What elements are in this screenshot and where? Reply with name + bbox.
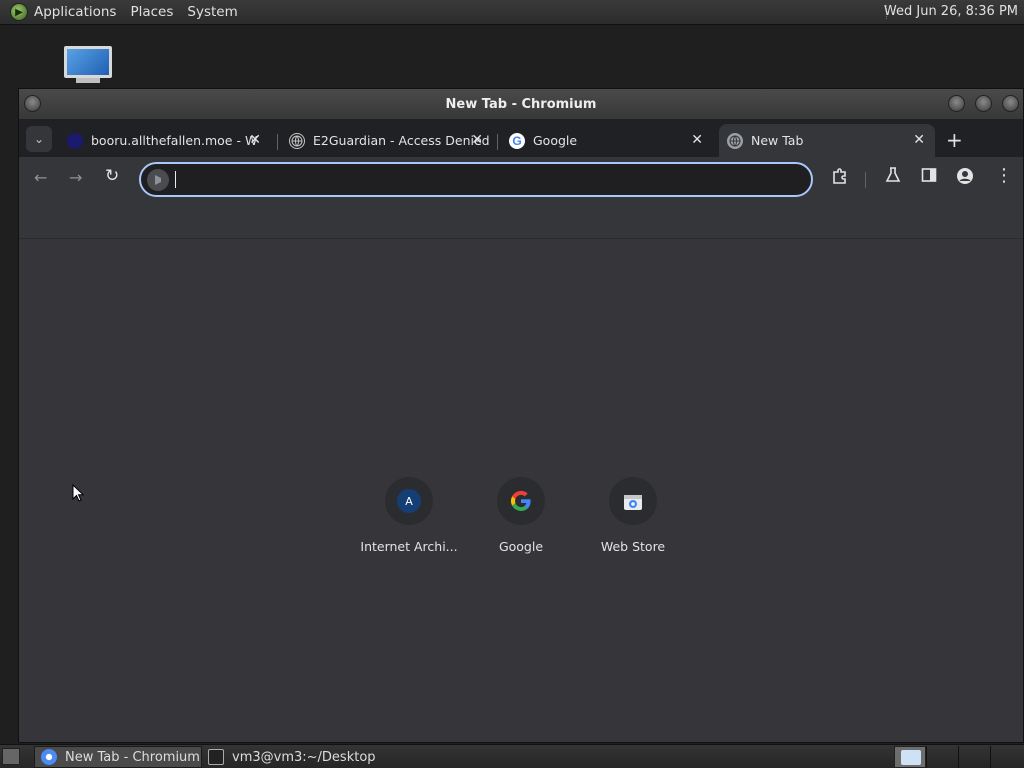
letter-avatar: A xyxy=(397,489,421,513)
workspace-window-preview xyxy=(901,750,921,765)
window-titlebar[interactable]: New Tab - Chromium xyxy=(19,89,1023,119)
workspace-switcher-4[interactable] xyxy=(990,746,1022,768)
tab-label: E2Guardian - Access Denied xyxy=(313,133,490,148)
task-label: vm3@vm3:~/Desktop xyxy=(232,749,376,765)
mouse-cursor-icon xyxy=(72,483,85,506)
side-panel-icon[interactable] xyxy=(921,167,937,187)
shortcut-label: Web Store xyxy=(600,539,666,554)
web-store-icon xyxy=(609,477,657,525)
bookmarks-bar xyxy=(19,201,1023,239)
shortcut-internet-archive[interactable]: A Internet Archi... xyxy=(353,477,465,554)
internet-archive-icon: A xyxy=(385,477,433,525)
back-arrow-icon[interactable]: ← xyxy=(34,168,47,187)
window-title: New Tab - Chromium xyxy=(445,96,597,112)
site-info-icon[interactable] xyxy=(147,168,169,191)
profile-avatar-icon[interactable] xyxy=(956,167,974,189)
address-input[interactable] xyxy=(184,166,799,193)
close-icon[interactable]: ✕ xyxy=(249,132,261,148)
places-menu[interactable]: Places xyxy=(130,4,173,20)
workspace-switcher-1[interactable] xyxy=(894,746,926,768)
browser-toolbar: ← → ↻ ⋮ xyxy=(19,157,1023,201)
shortcut-web-store[interactable]: Web Store xyxy=(577,477,689,554)
new-tab-plus-icon[interactable]: + xyxy=(946,128,963,152)
tab-strip: ⌄ booru.allthefallen.moe - W ✕ E2Guardia… xyxy=(19,119,1023,157)
tab-booru[interactable]: booru.allthefallen.moe - W ✕ xyxy=(59,124,271,157)
terminal-icon xyxy=(208,749,224,765)
window-menu-button[interactable] xyxy=(24,95,41,112)
google-icon: G xyxy=(509,132,525,149)
tab-label: booru.allthefallen.moe - W xyxy=(91,133,258,148)
system-menu[interactable]: System xyxy=(187,4,237,20)
show-desktop-icon[interactable] xyxy=(2,748,20,765)
bottom-panel: New Tab - Chromium vm3@vm3:~/Desktop xyxy=(0,744,1024,768)
globe-icon xyxy=(727,132,743,149)
google-icon xyxy=(497,477,545,525)
tab-new-tab[interactable]: New Tab ✕ xyxy=(719,124,935,157)
distro-logo-icon[interactable]: ▶ xyxy=(10,3,28,21)
tab-label: Google xyxy=(533,133,578,148)
toolbar-separator xyxy=(865,172,866,188)
monitor-stand xyxy=(76,78,100,83)
close-icon[interactable]: ✕ xyxy=(471,132,483,148)
chevron-down-icon: ⌄ xyxy=(33,132,45,146)
shortcut-label: Google xyxy=(498,539,544,554)
workspace-switcher-2[interactable] xyxy=(926,746,958,768)
more-vertical-icon[interactable]: ⋮ xyxy=(995,165,1013,186)
workspace-switcher-3[interactable] xyxy=(958,746,990,768)
omnibox[interactable] xyxy=(139,162,813,197)
shortcut-google[interactable]: Google xyxy=(465,477,577,554)
globe-icon xyxy=(289,132,305,149)
computer-desktop-icon[interactable] xyxy=(62,46,114,86)
new-tab-page: A Internet Archi... Google Web Store xyxy=(19,239,1023,742)
tab-label: New Tab xyxy=(751,133,804,148)
clock[interactable]: Wed Jun 26, 8:36 PM xyxy=(884,4,1018,19)
tab-google[interactable]: G Google ✕ xyxy=(501,124,713,157)
close-window-button[interactable] xyxy=(1002,95,1019,112)
tab-separator xyxy=(277,134,278,150)
forward-arrow-icon[interactable]: → xyxy=(69,168,82,187)
booru-favicon-icon xyxy=(67,132,83,149)
minimize-button[interactable] xyxy=(948,95,965,112)
top-panel: ▶ Applications Places System Wed Jun 26,… xyxy=(0,0,1024,25)
chromium-window: New Tab - Chromium ⌄ booru.allthefallen.… xyxy=(18,88,1024,743)
shortcut-label: Internet Archi... xyxy=(360,539,458,554)
chromium-icon xyxy=(41,749,57,765)
taskbar-item-chromium[interactable]: New Tab - Chromium xyxy=(34,746,202,768)
monitor-screen xyxy=(64,46,112,78)
task-label: New Tab - Chromium xyxy=(65,749,200,765)
applications-menu[interactable]: Applications xyxy=(34,4,116,20)
text-caret xyxy=(175,171,176,188)
tab-separator xyxy=(497,134,498,150)
extensions-puzzle-icon[interactable] xyxy=(831,167,849,189)
tab-e2guardian[interactable]: E2Guardian - Access Denied ✕ xyxy=(281,124,493,157)
close-icon[interactable]: ✕ xyxy=(913,132,925,148)
reload-icon[interactable]: ↻ xyxy=(105,166,119,186)
tab-search-button[interactable]: ⌄ xyxy=(26,126,52,152)
taskbar-item-terminal[interactable]: vm3@vm3:~/Desktop xyxy=(202,746,402,768)
close-icon[interactable]: ✕ xyxy=(691,132,703,148)
maximize-button[interactable] xyxy=(975,95,992,112)
labs-flask-icon[interactable] xyxy=(885,167,901,187)
